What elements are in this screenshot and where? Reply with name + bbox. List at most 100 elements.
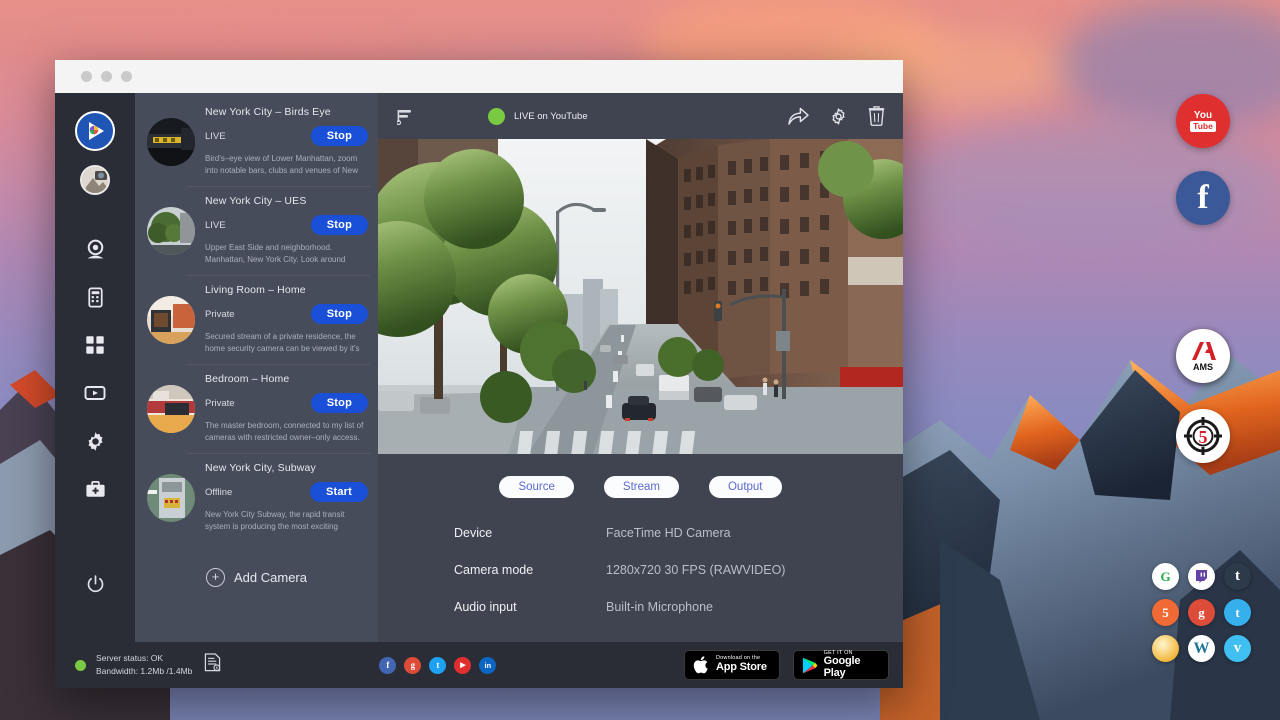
document-log-icon: [204, 653, 221, 672]
camera-title: Bedroom – Home: [205, 373, 368, 385]
add-camera-button[interactable]: + Add Camera: [135, 542, 378, 587]
ams-label: AMS: [1193, 362, 1213, 372]
camera-list-item[interactable]: Bedroom – Home Private Stop The master b…: [135, 364, 378, 453]
minimize-button[interactable]: [101, 71, 112, 82]
facebook-icon[interactable]: f: [379, 657, 396, 674]
server-status-line: Server status: OK: [96, 652, 192, 665]
camera-status: Offline: [205, 487, 232, 498]
camera-thumbnail: [147, 207, 195, 255]
toolbar-actions: [788, 106, 885, 126]
app-logo-icon[interactable]: [75, 111, 115, 151]
camera-info: Bedroom – Home Private Stop The master b…: [205, 373, 368, 444]
sidebar-item-devices[interactable]: [75, 277, 115, 317]
mini-icon-g-app[interactable]: G: [1152, 563, 1179, 590]
server-status-text: Server status: OK Bandwidth: 1.2Mb /1.4M…: [96, 652, 192, 678]
camera-list-scroll[interactable]: New York City – Birds Eye LIVE Stop Bird…: [135, 93, 378, 642]
desktop-shortcut-target-five[interactable]: 5: [1176, 409, 1230, 463]
camera-status: Private: [205, 398, 235, 409]
mini-icon-vimeo[interactable]: v: [1224, 635, 1251, 662]
camera-action-button[interactable]: Stop: [311, 304, 368, 324]
mini-icon-five-app[interactable]: 5: [1152, 599, 1179, 626]
camera-description: Upper East Side and neighborhood. Manhat…: [205, 242, 368, 266]
info-value[interactable]: Built-in Microphone: [606, 600, 713, 614]
camera-description: Secured stream of a private residence, t…: [205, 331, 368, 355]
mini-icon-twitter[interactable]: t: [1224, 599, 1251, 626]
mini-icon-twitch[interactable]: [1188, 563, 1215, 590]
mini-icon-tumblr[interactable]: t: [1224, 563, 1251, 590]
camera-description: The master bedroom, connected to my list…: [205, 420, 368, 444]
source-info-panel: Device FaceTime HD Camera Camera mode 12…: [378, 504, 903, 637]
camera-list-item[interactable]: New York City – UES LIVE Stop Upper East…: [135, 186, 378, 275]
twitch-glyph-icon: [1194, 569, 1209, 584]
share-arrow-icon: [788, 107, 809, 126]
info-value[interactable]: FaceTime HD Camera: [606, 526, 731, 540]
sort-icon-glyph: [397, 108, 413, 125]
app-store-badge[interactable]: Download on the App Store: [684, 650, 780, 680]
camera-action-button[interactable]: Stop: [311, 215, 368, 235]
sidebar-item-power[interactable]: [75, 564, 115, 604]
youtube-label-bottom: Tube: [1190, 121, 1216, 132]
camera-list-item[interactable]: New York City – Birds Eye LIVE Stop Bird…: [135, 97, 378, 186]
facebook-glyph: f: [1197, 181, 1208, 215]
delete-button[interactable]: [868, 106, 885, 126]
camera-description: Bird's–eye view of Lower Manhattan, zoom…: [205, 153, 368, 177]
camera-info: Living Room – Home Private Stop Secured …: [205, 284, 368, 355]
tab-source[interactable]: Source: [499, 476, 573, 498]
mini-icon-sun-app[interactable]: ●: [1152, 635, 1179, 662]
sidebar-item-player[interactable]: [75, 373, 115, 413]
status-bar: Server status: OK Bandwidth: 1.2Mb /1.4M…: [55, 642, 903, 688]
tab-stream[interactable]: Stream: [604, 476, 679, 498]
sidebar-item-cameras[interactable]: [75, 229, 115, 269]
video-frame: [378, 139, 903, 454]
info-value[interactable]: 1280x720 30 FPS (RAWVIDEO): [606, 563, 785, 577]
log-button[interactable]: [204, 653, 221, 677]
camera-list-item[interactable]: New York City, Subway Offline Start New …: [135, 453, 378, 542]
mini-icon-wordpress[interactable]: W: [1188, 635, 1215, 662]
window-body: New York City – Birds Eye LIVE Stop Bird…: [55, 93, 903, 642]
add-camera-label: Add Camera: [234, 570, 307, 585]
window-titlebar[interactable]: [55, 60, 903, 93]
thumbnail-birds-eye: [147, 118, 195, 166]
info-row-device: Device FaceTime HD Camera: [454, 526, 903, 540]
google-plus-icon[interactable]: g: [404, 657, 421, 674]
youtube-icon[interactable]: ▶: [454, 657, 471, 674]
main-toolbar: LIVE on YouTube: [378, 93, 903, 139]
maximize-button[interactable]: [121, 71, 132, 82]
play-logo-icon: [83, 119, 107, 143]
target-icon: 5: [1181, 414, 1225, 458]
camera-controls: Offline Start: [205, 482, 368, 502]
sort-filter-icon[interactable]: [392, 108, 418, 125]
settings-button[interactable]: [829, 107, 848, 126]
google-play-badge[interactable]: GET IT ON Google Play: [793, 650, 889, 680]
camera-action-button[interactable]: Stop: [311, 393, 368, 413]
svg-text:5: 5: [1199, 427, 1208, 447]
camera-controls: Private Stop: [205, 393, 368, 413]
sidebar-item-support[interactable]: [75, 469, 115, 509]
camera-list-item[interactable]: Living Room – Home Private Stop Secured …: [135, 275, 378, 364]
camera-action-button[interactable]: Stop: [311, 126, 368, 146]
camera-thumbnail: [147, 118, 195, 166]
camera-info: New York City, Subway Offline Start New …: [205, 462, 368, 533]
desktop-shortcut-youtube[interactable]: You Tube: [1176, 94, 1230, 148]
user-avatar[interactable]: [80, 165, 110, 195]
camera-title: Living Room – Home: [205, 284, 368, 296]
desktop-shortcut-facebook[interactable]: f: [1176, 171, 1230, 225]
linkedin-icon[interactable]: in: [479, 657, 496, 674]
camera-controls: Private Stop: [205, 304, 368, 324]
mini-icon-google-plus[interactable]: g: [1188, 599, 1215, 626]
close-button[interactable]: [81, 71, 92, 82]
sidebar-item-settings[interactable]: [75, 421, 115, 461]
sidebar-item-apps[interactable]: [75, 325, 115, 365]
twitter-icon[interactable]: t: [429, 657, 446, 674]
live-status-label: LIVE on YouTube: [514, 111, 588, 122]
camera-controls: LIVE Stop: [205, 215, 368, 235]
camera-title: New York City, Subway: [205, 462, 368, 474]
camera-info: New York City – UES LIVE Stop Upper East…: [205, 195, 368, 266]
share-button[interactable]: [788, 107, 809, 126]
desktop-shortcut-adobe-ams[interactable]: AMS: [1176, 329, 1230, 383]
tab-output[interactable]: Output: [709, 476, 782, 498]
camera-list-panel: New York City – Birds Eye LIVE Stop Bird…: [135, 93, 378, 642]
gear-icon: [84, 430, 107, 453]
camera-action-button[interactable]: Start: [310, 482, 368, 502]
video-preview[interactable]: [378, 139, 903, 454]
